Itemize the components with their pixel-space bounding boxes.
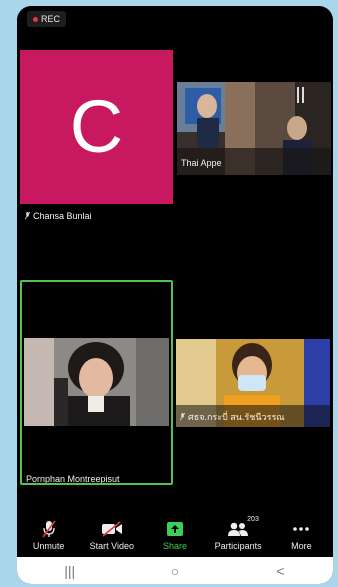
unmute-button[interactable]: Unmute	[18, 519, 80, 551]
share-icon	[166, 519, 184, 539]
participant-name-thai-office: ศธจ.กระบี่ สน.รัชนีวรรณ	[180, 410, 285, 424]
participants-icon: 203	[227, 516, 259, 539]
participant-name-chansa: Chansa Bunlai	[25, 211, 92, 221]
system-navigation-bar: ||| ○ <	[17, 557, 333, 584]
more-button[interactable]: More	[270, 519, 332, 551]
start-video-label: Start Video	[89, 541, 134, 551]
meeting-screen: REC C Chansa Bunlai Thai Appe Pornphan M…	[17, 6, 333, 584]
unmute-label: Unmute	[32, 541, 65, 551]
participant-name-text: Thai Appe	[181, 158, 222, 168]
avatar-initial: C	[69, 85, 124, 168]
more-icon	[292, 519, 310, 539]
share-label: Share	[162, 541, 187, 551]
back-button[interactable]: <	[260, 563, 300, 579]
recents-button[interactable]: |||	[50, 563, 90, 579]
participants-button[interactable]: 203 Participants	[207, 516, 269, 551]
more-label: More	[291, 541, 312, 551]
video-off-icon	[101, 519, 123, 539]
avatar: C	[20, 50, 173, 204]
recording-dot-icon	[33, 16, 38, 22]
participant-tile-pornphan[interactable]: Pornphan Montreepisut	[20, 280, 173, 485]
participant-name-text: ศธจ.กระบี่ สน.รัชนีวรรณ	[188, 412, 285, 422]
muted-mic-icon	[180, 413, 185, 421]
participant-video	[24, 338, 169, 426]
participant-name-pornphan: Pornphan Montreepisut	[26, 474, 120, 484]
start-video-button[interactable]: Start Video	[81, 519, 143, 551]
recording-indicator: REC	[27, 11, 67, 27]
participant-name-thai-appe: Thai Appe	[181, 158, 222, 168]
participant-tile-thai-office[interactable]: ศธจ.กระบี่ สน.รัชนีวรรณ	[176, 339, 330, 427]
participant-name-text: Chansa Bunlai	[33, 211, 92, 221]
muted-mic-icon	[25, 212, 30, 220]
muted-mic-icon	[41, 519, 57, 539]
participant-tile-chansa[interactable]: C	[20, 50, 173, 204]
recording-label: REC	[41, 14, 61, 24]
home-button[interactable]: ○	[155, 563, 195, 579]
share-button[interactable]: Share	[144, 519, 206, 551]
participant-tile-thai-appe[interactable]: Thai Appe	[177, 82, 331, 175]
participant-name-text: Pornphan Montreepisut	[26, 474, 120, 484]
participants-count: 203	[247, 516, 259, 523]
participants-label: Participants	[214, 541, 262, 551]
meeting-toolbar: Unmute Start Video Share 203 Participant…	[17, 516, 333, 557]
